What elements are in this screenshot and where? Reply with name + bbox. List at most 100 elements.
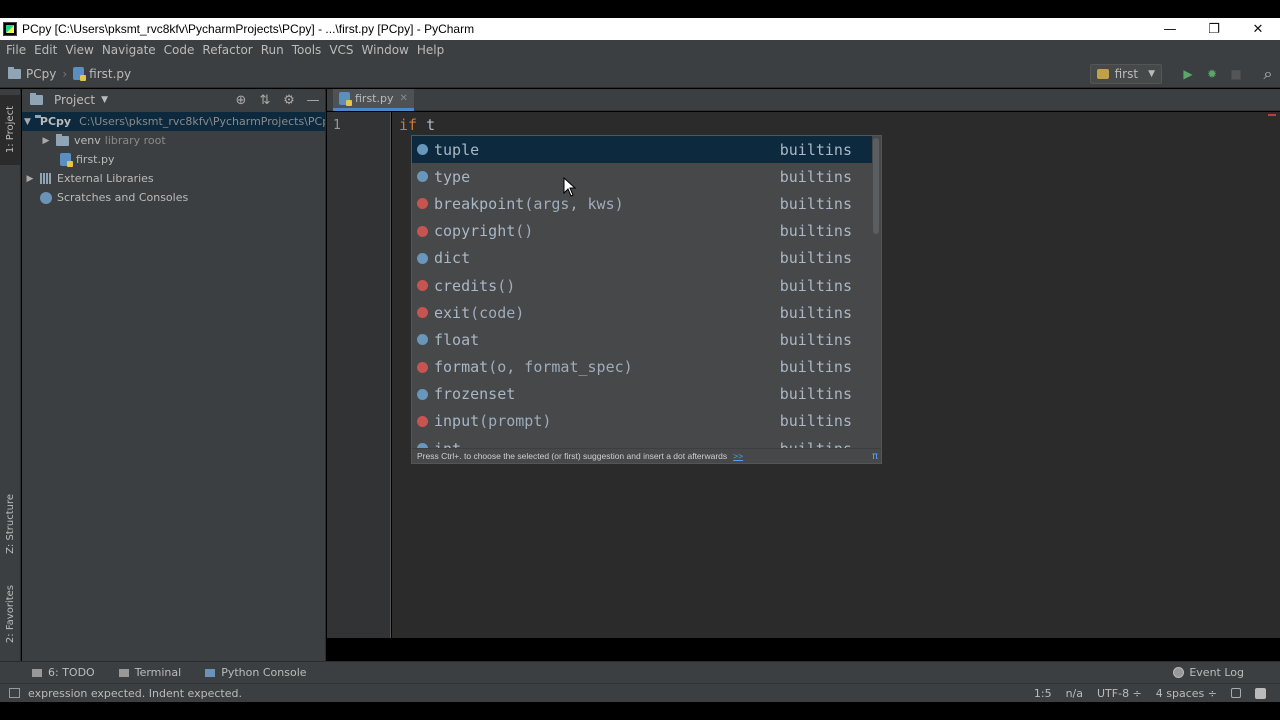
completion-item-tuple[interactable]: tuple builtins (412, 136, 872, 164)
tree-item-venv[interactable]: ▶ venv library root (22, 131, 325, 150)
tab-project[interactable]: 1: Project (0, 95, 21, 165)
completion-item-exit[interactable]: exit (code) builtins (412, 299, 872, 326)
function-icon (417, 225, 428, 237)
tree-item-pcpy[interactable]: ▼ PCpy C:\Users\pksmt_rvc8kfv\PycharmPro… (22, 112, 325, 131)
event-log-label: Event Log (1189, 666, 1244, 679)
class-icon (417, 334, 428, 346)
function-icon (417, 280, 428, 292)
caret-position[interactable]: 1:5 (1034, 687, 1052, 700)
class-icon (417, 388, 428, 400)
completion-item-float[interactable]: float builtins (412, 326, 872, 353)
search-icon[interactable]: ⌕ (1256, 62, 1280, 86)
tab-structure[interactable]: Z: Structure (0, 484, 21, 564)
terminal-label: Terminal (134, 666, 182, 679)
completion-item-format[interactable]: format (o, format_spec) builtins (412, 354, 872, 381)
completion-popup: tuple builtins type builtins breakpoint (ar… (411, 135, 882, 464)
toolbar-right: first ▼ ▶ ✹ ■ ⌕ (1089, 60, 1280, 88)
tab-first-py[interactable]: first.py ✕ (333, 89, 414, 111)
menu-code[interactable]: Code (160, 43, 199, 57)
tab-favorites[interactable]: 2: Favorites (0, 577, 21, 652)
gear-icon[interactable]: ⚙ (277, 93, 301, 108)
code-identifier: t (417, 116, 436, 134)
menu-file[interactable]: File (2, 43, 30, 57)
close-tab-icon[interactable]: ✕ (399, 93, 407, 104)
menu-edit[interactable]: Edit (30, 43, 61, 57)
completion-item-type[interactable]: type builtins (412, 163, 872, 190)
inspector-icon[interactable] (1255, 687, 1266, 699)
item-name: breakpoint (434, 194, 525, 213)
item-name: input (434, 412, 480, 431)
run-configuration-select[interactable]: first ▼ (1089, 64, 1162, 84)
indent-setting[interactable]: 4 spaces ÷ (1156, 687, 1217, 700)
run-icon[interactable]: ▶ (1176, 62, 1200, 86)
python-config-icon (1096, 69, 1109, 79)
menu-view[interactable]: View (61, 43, 97, 57)
item-source: builtins (779, 167, 852, 186)
menu-refactor[interactable]: Refactor (198, 43, 256, 57)
menu-window[interactable]: Window (358, 43, 413, 57)
error-stripe-marker[interactable] (1268, 114, 1276, 120)
line-number-gutter: 1 (327, 112, 391, 638)
chevron-down-icon[interactable]: ▼ (101, 95, 108, 105)
terminal-tool-button[interactable]: Terminal (113, 666, 188, 679)
menu-run[interactable]: Run (257, 43, 288, 57)
lock-icon[interactable] (1231, 688, 1241, 698)
status-message: expression expected. Indent expected. (28, 686, 242, 700)
collapsed-arrow-icon[interactable]: ▶ (40, 136, 52, 146)
item-source: builtins (779, 194, 852, 213)
project-panel-title[interactable]: Project (54, 93, 95, 107)
pi-icon[interactable]: π (872, 451, 878, 462)
breadcrumb-file[interactable]: first.py (89, 67, 131, 81)
locate-icon[interactable]: ⊕ (229, 93, 253, 108)
completion-scrollbar[interactable] (873, 138, 879, 234)
class-icon (417, 252, 428, 264)
item-args: () (515, 222, 534, 241)
completion-item-input[interactable]: input (prompt) builtins (412, 408, 872, 435)
hide-icon[interactable]: — (301, 93, 325, 108)
tab-project-label: 1: Project (5, 106, 16, 154)
tree-item-note: library root (104, 134, 166, 147)
status-right: 1:5 n/a UTF-8 ÷ 4 spaces ÷ (1034, 687, 1280, 700)
folder-icon (8, 66, 21, 79)
menu-help[interactable]: Help (413, 43, 448, 57)
menu-navigate[interactable]: Navigate (98, 43, 160, 57)
file-encoding[interactable]: UTF-8 ÷ (1097, 687, 1142, 700)
line-separator[interactable]: n/a (1066, 687, 1083, 700)
stop-icon[interactable]: ■ (1224, 62, 1248, 86)
tree-item-first-py[interactable]: first.py (22, 150, 325, 169)
completion-hint-link[interactable]: >> (733, 451, 743, 461)
python-console-tool-button[interactable]: Python Console (199, 666, 312, 679)
completion-item-frozenset[interactable]: frozenset builtins (412, 381, 872, 408)
item-name: type (434, 167, 471, 186)
collapsed-arrow-icon[interactable]: ▶ (24, 174, 36, 184)
item-source: builtins (779, 412, 852, 431)
completion-item-dict[interactable]: dict builtins (412, 245, 872, 272)
completion-item-int[interactable]: int builtins (412, 435, 872, 449)
completion-item-credits[interactable]: credits() builtins (412, 272, 872, 299)
tree-item-scratches[interactable]: Scratches and Consoles (22, 188, 325, 207)
letterbox-top (0, 0, 1280, 18)
item-args: (prompt) (479, 412, 552, 431)
debug-icon[interactable]: ✹ (1200, 62, 1224, 86)
minimize-button[interactable]: — (1148, 18, 1192, 40)
event-log-button[interactable]: Event Log (1167, 666, 1250, 679)
item-name: exit (434, 303, 471, 322)
item-args: (code) (470, 303, 525, 322)
function-icon (417, 198, 428, 210)
todo-tool-button[interactable]: 6: TODO (26, 666, 101, 679)
expanded-arrow-icon[interactable]: ▼ (24, 117, 31, 127)
toggle-tool-windows-icon[interactable] (9, 688, 20, 698)
collapse-icon[interactable]: ⇅ (253, 93, 277, 108)
chevron-down-icon: ▼ (1148, 69, 1155, 79)
completion-item-copyright[interactable]: copyright() builtins (412, 218, 872, 245)
tree-item-external-libraries[interactable]: ▶ External Libraries (22, 169, 325, 188)
menu-tools[interactable]: Tools (288, 43, 326, 57)
item-source: builtins (779, 358, 852, 377)
completion-item-breakpoint[interactable]: breakpoint (args, kws) builtins (412, 190, 872, 217)
breadcrumb-project[interactable]: PCpy (26, 67, 56, 81)
restore-button[interactable]: ❐ (1192, 18, 1236, 40)
project-panel-tools: ⊕ ⇅ ⚙ — (229, 93, 325, 108)
line-number: 1 (333, 118, 341, 133)
close-button[interactable]: ✕ (1236, 18, 1280, 40)
menu-vcs[interactable]: VCS (325, 43, 357, 57)
